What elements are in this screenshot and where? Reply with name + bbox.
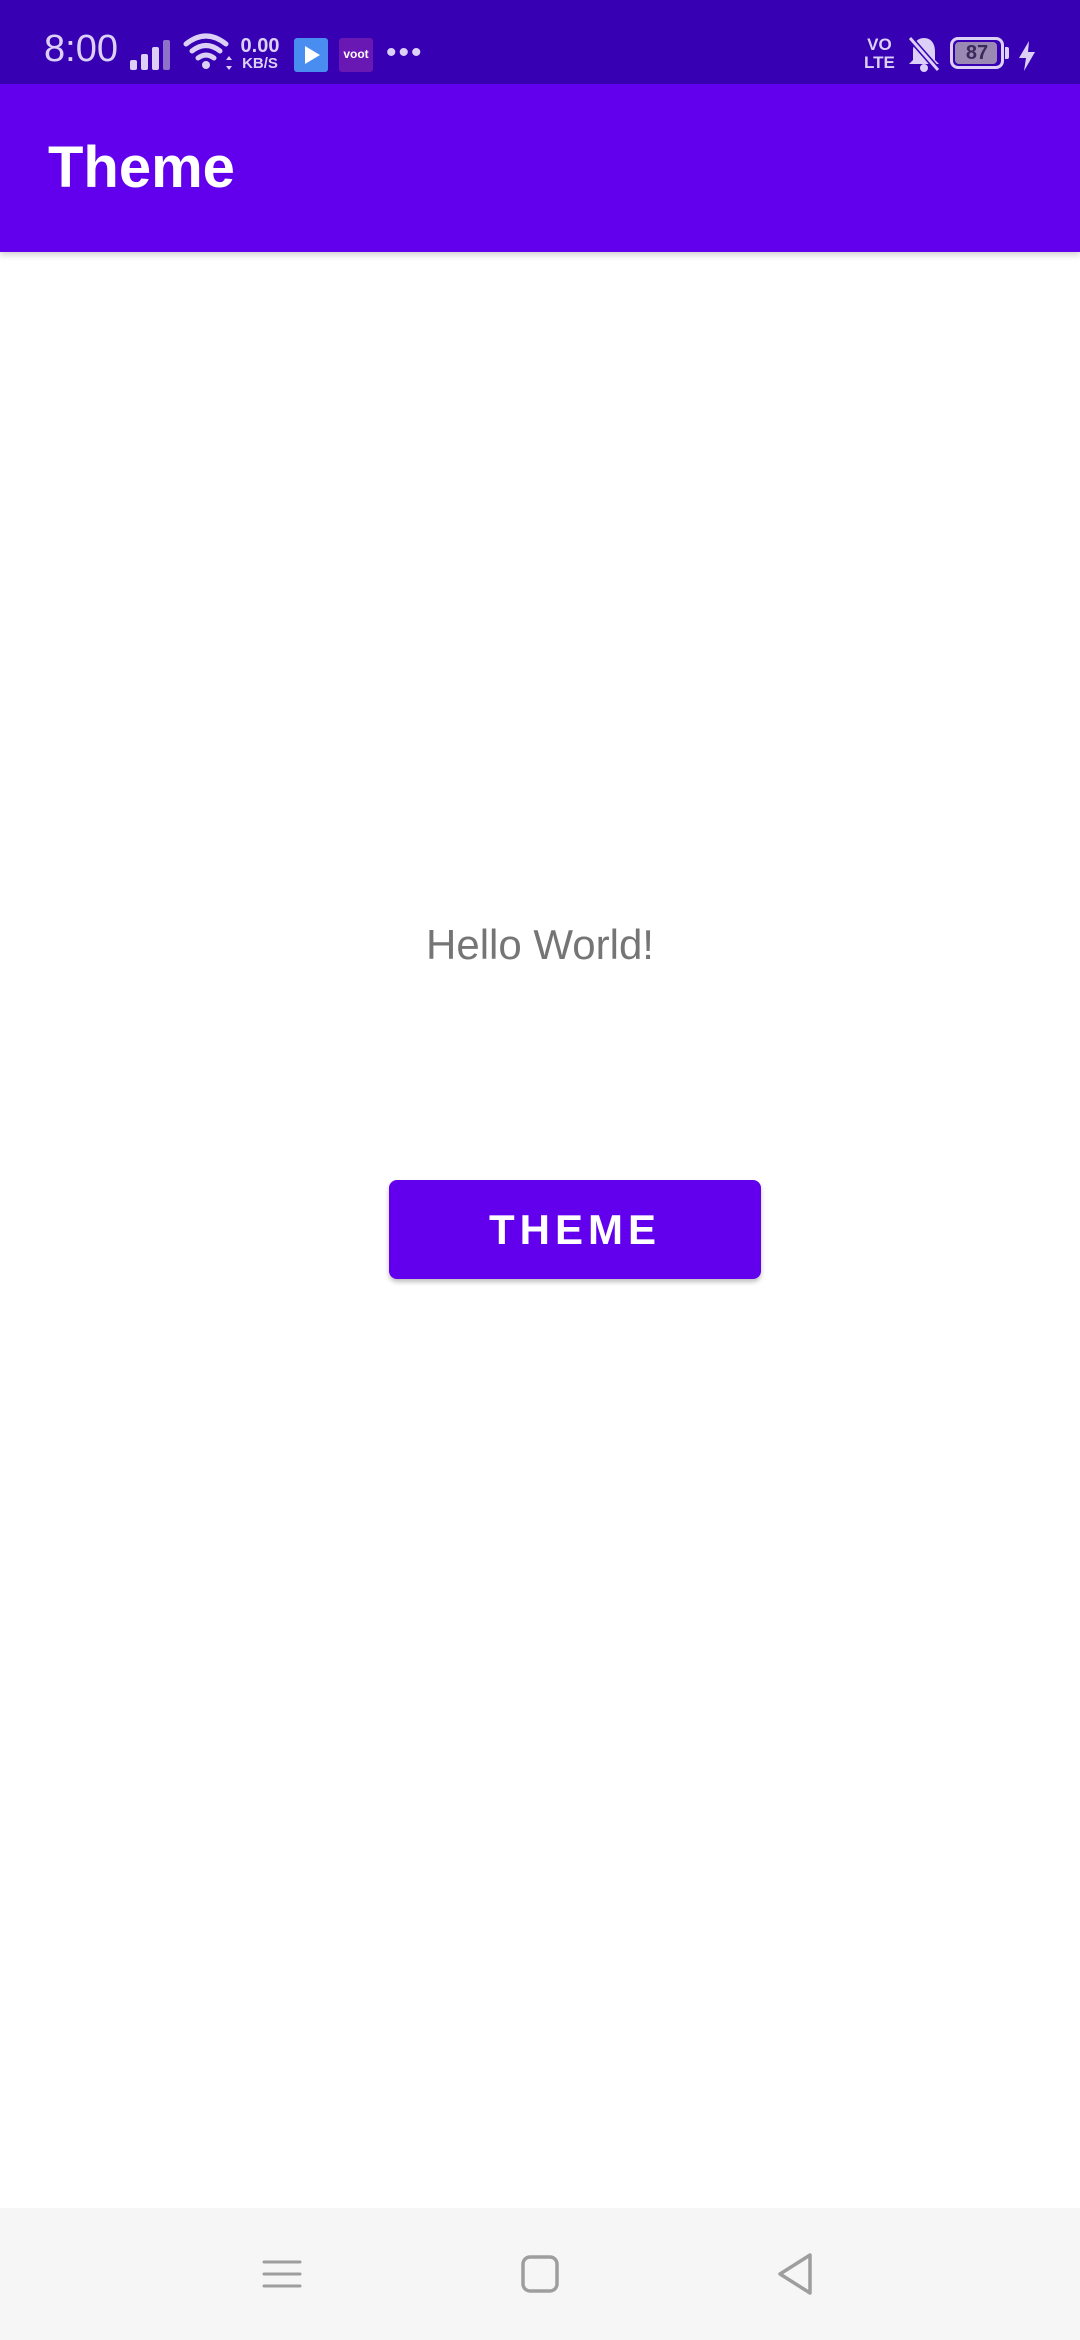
play-store-icon — [294, 38, 328, 72]
home-icon[interactable] — [508, 2242, 572, 2306]
status-bar: 8:00 0.00 KB/S voot ••• VO LTE 87 — [0, 0, 1080, 84]
volte-bottom: LTE — [864, 52, 895, 72]
battery-level: 87 — [965, 42, 989, 64]
app-title: Theme — [48, 135, 235, 200]
battery-icon: 87 — [950, 37, 1004, 69]
network-rate: 0.00 — [240, 35, 280, 57]
bell-muted-icon — [907, 36, 941, 72]
menu-icon[interactable] — [250, 2242, 314, 2306]
more-notifications-icon: ••• — [386, 36, 424, 69]
battery-tip — [1005, 47, 1009, 59]
screen: 8:00 0.00 KB/S voot ••• VO LTE 87 Theme … — [0, 0, 1080, 2340]
voot-label: voot — [343, 47, 369, 61]
volte-icon: VO LTE — [864, 36, 895, 72]
app-bar: Theme — [0, 84, 1080, 252]
volte-top: VO — [867, 35, 892, 54]
status-time: 8:00 — [44, 28, 118, 70]
network-unit: KB/S — [242, 55, 278, 72]
back-icon[interactable] — [764, 2242, 828, 2306]
network-speed: 0.00 KB/S — [237, 36, 283, 71]
theme-button[interactable]: THEME — [389, 1180, 761, 1279]
voot-app-icon: voot — [339, 38, 373, 72]
wifi-icon — [183, 33, 232, 70]
signal-icon — [130, 40, 170, 70]
charging-icon — [1019, 41, 1035, 71]
navigation-bar — [0, 2208, 1080, 2340]
hello-text: Hello World! — [426, 921, 654, 968]
